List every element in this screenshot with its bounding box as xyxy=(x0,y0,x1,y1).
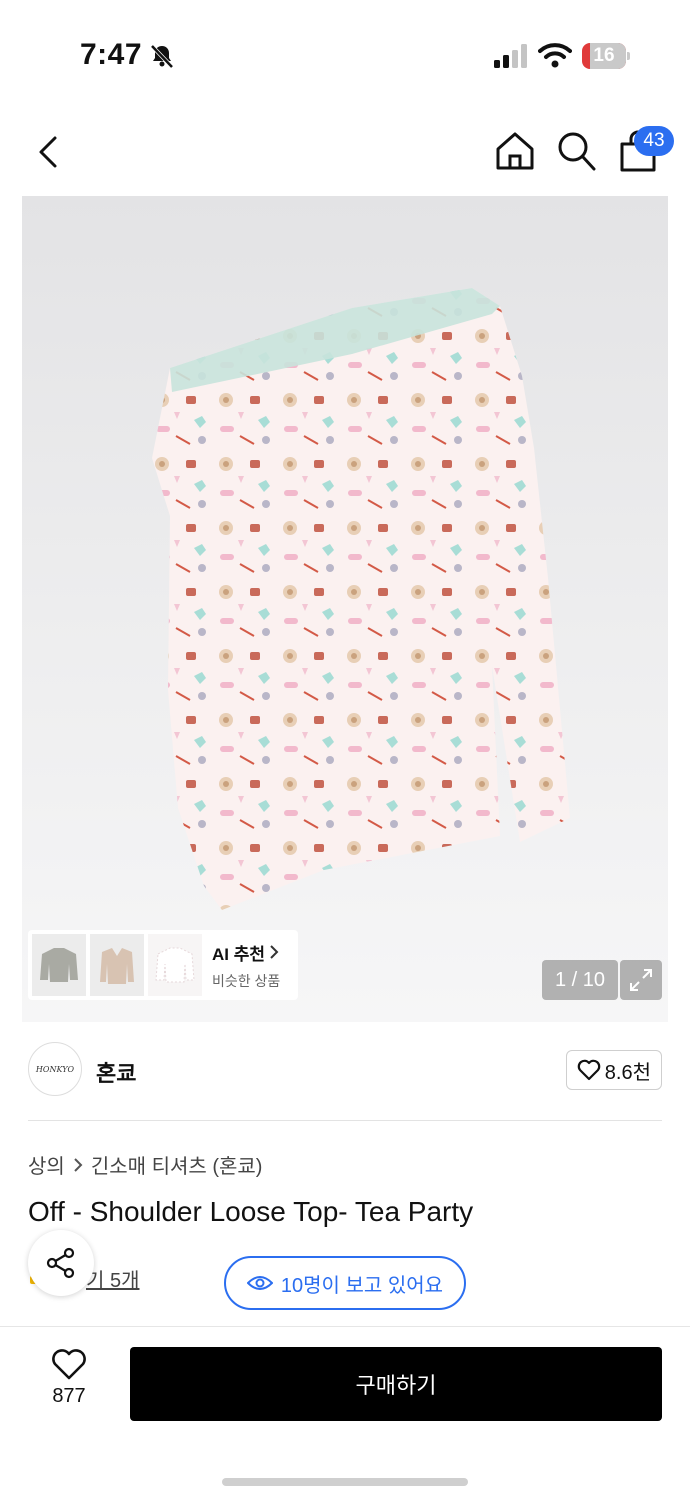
home-indicator xyxy=(222,1478,468,1486)
back-button[interactable] xyxy=(28,130,68,174)
brand-name[interactable]: 혼쿄 xyxy=(96,1056,136,1088)
product-photo xyxy=(152,288,570,910)
bell-off-icon xyxy=(150,44,174,69)
battery-level: 16 xyxy=(593,45,615,66)
product-image[interactable]: AI 추천 비슷한 상품 1 / 10 xyxy=(22,196,668,1022)
buy-button[interactable]: 구매하기 xyxy=(130,1347,662,1421)
home-icon[interactable] xyxy=(494,130,536,172)
divider xyxy=(28,1120,662,1121)
brand-like-button[interactable]: 8.6천 xyxy=(565,1050,662,1090)
eye-icon xyxy=(246,1276,273,1290)
chevron-right-icon xyxy=(74,1157,83,1172)
shirt-thumb-icon xyxy=(40,948,78,982)
expand-button[interactable] xyxy=(620,960,662,1000)
ai-rec-subtitle: 비슷한 상품 xyxy=(212,972,281,989)
brand-logo-text: HONKYO xyxy=(35,1064,75,1074)
image-counter: 1 / 10 xyxy=(542,960,618,1000)
ai-rec-title: AI 추천 xyxy=(212,944,266,964)
review-count-link[interactable]: 기 5개 xyxy=(86,1264,139,1293)
similar-thumb-3[interactable] xyxy=(148,934,202,996)
viewers-badge[interactable]: 10명이 보고 있어요 xyxy=(224,1256,466,1310)
nav-bar xyxy=(0,110,690,190)
shirt-thumb-icon xyxy=(100,948,134,984)
status-time: 7:47 xyxy=(80,38,143,71)
expand-icon xyxy=(630,969,652,991)
ai-recommendation[interactable]: AI 추천 비슷한 상품 xyxy=(28,930,298,1000)
search-icon[interactable] xyxy=(556,130,596,172)
shirt-thumb-icon xyxy=(155,947,195,983)
battery-icon: 16 xyxy=(582,43,630,69)
share-button[interactable] xyxy=(28,1230,94,1296)
breadcrumb: 상의 긴소매 티셔츠 (혼쿄) xyxy=(28,1150,262,1179)
breadcrumb-subcategory[interactable]: 긴소매 티셔츠 (혼쿄) xyxy=(91,1150,263,1179)
wifi-icon xyxy=(538,43,572,68)
bottom-action-bar: 877 구매하기 xyxy=(0,1326,690,1500)
viewers-text: 10명이 보고 있어요 xyxy=(280,1274,444,1297)
share-icon xyxy=(46,1247,75,1279)
like-button[interactable]: 877 xyxy=(36,1349,102,1419)
breadcrumb-category[interactable]: 상의 xyxy=(28,1150,65,1179)
brand-logo[interactable]: HONKYO xyxy=(28,1042,82,1096)
heart-icon xyxy=(52,1349,86,1380)
status-bar: 7:47 16 xyxy=(0,0,690,100)
signal-icon xyxy=(494,44,527,68)
similar-thumb-1[interactable] xyxy=(32,934,86,996)
brand-row: HONKYO 혼쿄 8.6천 xyxy=(28,1042,662,1102)
chevron-right-icon xyxy=(270,945,279,959)
similar-thumb-2[interactable] xyxy=(90,934,144,996)
heart-icon xyxy=(577,1059,601,1081)
product-page: 7:47 16 43 AI 추천 비슷한 상품 1 / 10 HONKYO 혼쿄… xyxy=(0,0,690,1500)
brand-like-count: 8.6천 xyxy=(604,1061,651,1084)
ai-rec-text: AI 추천 비슷한 상품 xyxy=(212,940,280,991)
like-count: 877 xyxy=(52,1385,86,1407)
product-title: Off - Shoulder Loose Top- Tea Party xyxy=(28,1196,474,1227)
ai-rec-title-row: AI 추천 xyxy=(212,940,280,965)
cart-count-badge: 43 xyxy=(634,126,674,156)
back-icon xyxy=(39,136,57,168)
